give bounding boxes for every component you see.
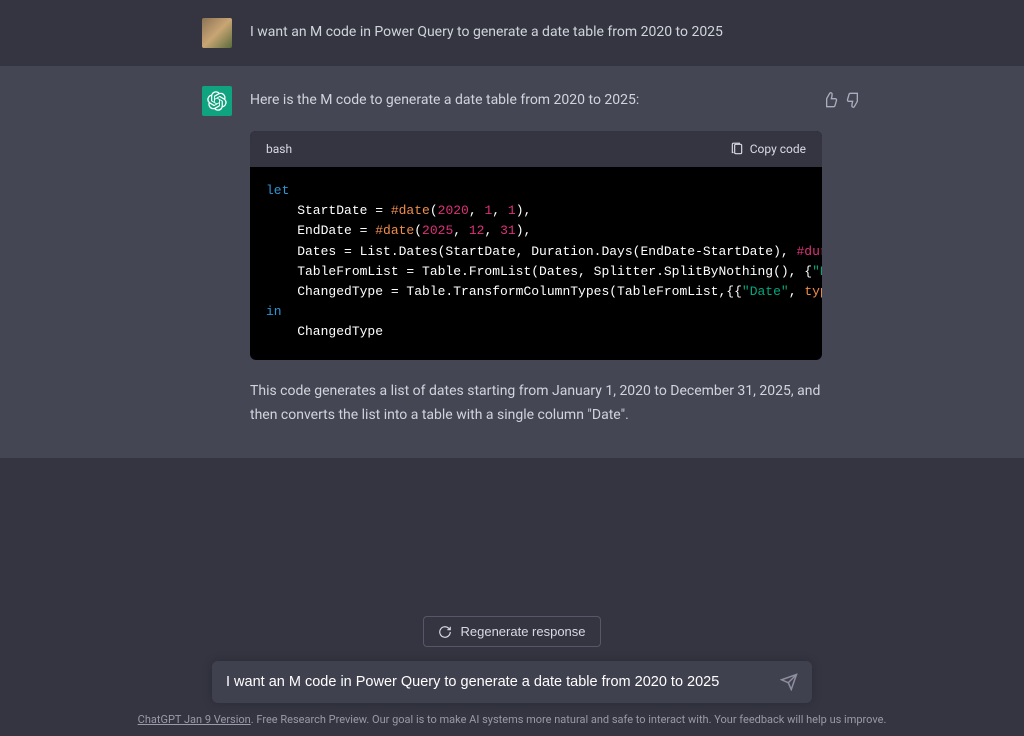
bottom-area: Regenerate response ChatGPT Jan 9 Versio…	[0, 602, 1024, 736]
thumbs-down-icon[interactable]	[846, 92, 862, 108]
thumbs-up-icon[interactable]	[822, 92, 838, 108]
openai-logo-icon	[207, 91, 227, 111]
regenerate-button[interactable]: Regenerate response	[423, 616, 600, 647]
footer-text: ChatGPT Jan 9 Version. Free Research Pre…	[138, 713, 887, 726]
feedback-buttons	[822, 92, 862, 108]
message-input[interactable]	[226, 674, 780, 690]
user-message-row: I want an M code in Power Query to gener…	[0, 0, 1024, 66]
code-content: let StartDate = #date(2020, 1, 1), EndDa…	[250, 167, 822, 360]
regenerate-label: Regenerate response	[460, 624, 585, 639]
code-block: bash Copy code let StartDate = #date(202…	[250, 131, 822, 361]
refresh-icon	[438, 625, 452, 639]
user-message-text: I want an M code in Power Query to gener…	[250, 18, 822, 48]
version-link[interactable]: ChatGPT Jan 9 Version	[138, 713, 251, 726]
send-icon[interactable]	[780, 673, 798, 691]
code-language-label: bash	[266, 139, 292, 159]
copy-code-label: Copy code	[750, 139, 806, 159]
clipboard-icon	[730, 142, 744, 156]
message-input-container[interactable]	[212, 661, 812, 703]
copy-code-button[interactable]: Copy code	[730, 139, 806, 159]
assistant-intro-text: Here is the M code to generate a date ta…	[250, 89, 822, 113]
assistant-message-row: Here is the M code to generate a date ta…	[0, 66, 1024, 458]
assistant-outro-text: This code generates a list of dates star…	[250, 380, 822, 428]
footer-disclaimer: . Free Research Preview. Our goal is to …	[251, 713, 887, 726]
user-avatar	[202, 18, 232, 48]
assistant-avatar	[202, 86, 232, 116]
